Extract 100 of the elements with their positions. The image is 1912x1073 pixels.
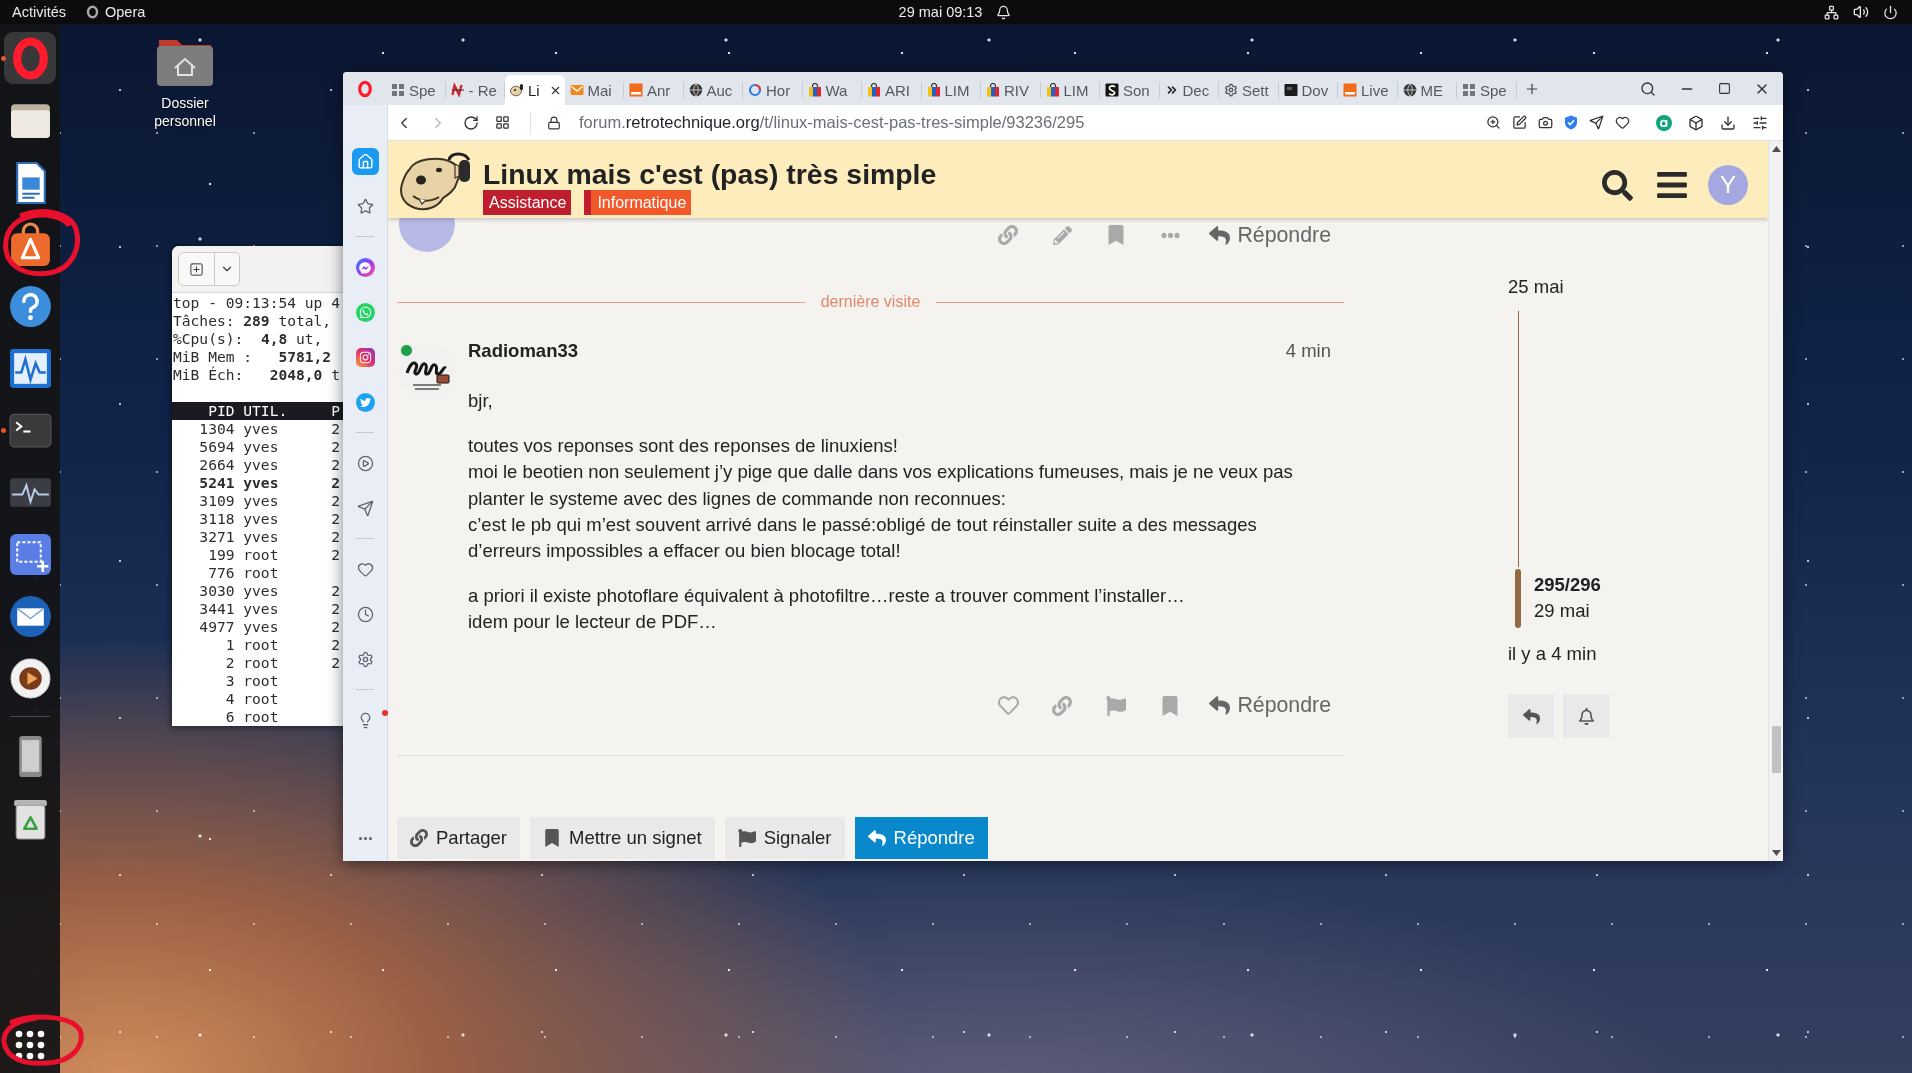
table-cell-text: 2 <box>331 510 341 528</box>
zoom-icon[interactable] <box>1486 115 1501 130</box>
search-icon[interactable] <box>1602 169 1633 201</box>
column-header: UTIL. <box>243 402 289 420</box>
timeline-start-date[interactable]: 25 mai <box>1508 276 1564 298</box>
send-icon[interactable] <box>1589 115 1604 130</box>
activities-button[interactable]: Activités <box>12 4 66 20</box>
post-paragraph: bjr, <box>468 389 494 413</box>
browser-tab[interactable]: Spe <box>1457 75 1517 105</box>
envelope-icon <box>7 593 53 639</box>
ring-logo-icon[interactable] <box>356 79 373 98</box>
shield-check-icon[interactable] <box>1564 115 1578 130</box>
bag-icon <box>867 83 881 97</box>
timeline-handle[interactable] <box>1515 569 1521 628</box>
desktop-shortcut[interactable]: Dossier personnel <box>135 34 235 130</box>
last-activity[interactable]: il y a 4 min <box>1508 643 1597 665</box>
chat-bubble-icon[interactable] <box>355 258 375 277</box>
terminal-line: %Cpu(s): 4,8 ut, <box>173 330 324 348</box>
selection-frame-icon <box>7 531 53 577</box>
browser-tab[interactable]: ARI <box>862 75 922 105</box>
reply-button[interactable]: Répondre <box>1197 222 1331 248</box>
browser-tab[interactable]: Dec <box>1159 75 1219 105</box>
table-cell-text: root <box>243 708 280 726</box>
topic-footer-button[interactable]: Répondre <box>854 816 988 859</box>
maximize-icon[interactable] <box>1718 82 1731 95</box>
square-logo-icon <box>629 83 643 97</box>
browser-tab[interactable]: Sett <box>1219 75 1279 105</box>
star-icon[interactable] <box>356 198 374 215</box>
browser-tab[interactable]: Son <box>1100 75 1160 105</box>
column-header: PID <box>207 402 235 420</box>
browser-tab[interactable]: Spe <box>386 75 446 105</box>
table-cell-text: 2 <box>224 654 235 672</box>
timeline-line[interactable] <box>1517 311 1519 567</box>
power-icon[interactable] <box>1883 4 1898 20</box>
bird-icon[interactable] <box>355 393 375 412</box>
gear-icon <box>1224 83 1238 97</box>
home-icon[interactable] <box>351 148 379 175</box>
browser-tab[interactable]: Wa <box>802 75 862 105</box>
browser-tab[interactable]: RIV <box>981 75 1041 105</box>
app-menu-button[interactable]: Opera <box>86 4 146 20</box>
grid-icon[interactable] <box>495 115 510 130</box>
topic-footer-button[interactable]: Signaler <box>724 816 845 859</box>
clock-button[interactable]: 29 mai 09:13 <box>898 4 1012 20</box>
reply-arrow-icon <box>1209 695 1231 717</box>
post-paragraph: toutes vos reponses sont des reponses de linuxiens! moi le beotien non seulement j’y pige que dalle dans vos explications fumeuses, mais je ne veux pas planter le systeme avec des lignes de commande non reconnues: c’est le pb qui m’est souvent arrivé dans le passé:obligé de tout réinstaller suite a des messages d’erreurs impossibles a effacer ou bien blocage total! <box>468 434 1294 564</box>
notifications-button[interactable] <box>1563 694 1609 738</box>
table-cell-text: yves <box>243 582 280 600</box>
sliders-icon[interactable] <box>1752 114 1768 131</box>
table-cell-text: root <box>243 690 280 708</box>
reply-button[interactable] <box>1508 694 1554 738</box>
camera-icon[interactable] <box>1538 115 1553 130</box>
category-tag[interactable]: Informatique <box>584 190 692 215</box>
table-cell-text: 2 <box>331 546 341 564</box>
browser-tab[interactable]: Anr <box>624 75 684 105</box>
table-cell-text: 3 <box>224 672 235 690</box>
browser-tab[interactable]: Mai <box>564 75 624 105</box>
table-cell-text: 2 <box>331 420 341 438</box>
reply-button[interactable]: Répondre <box>1197 693 1331 719</box>
browser-tab[interactable]: Live <box>1338 75 1398 105</box>
table-cell-text: 5241 <box>198 474 235 492</box>
url-text: forum.retrotechnique.org/t/linux-mais-cest-pas-tres-simple/93236/295 <box>579 113 1086 132</box>
browser-tab[interactable]: Dov <box>1278 75 1338 105</box>
table-cell-text: 2 <box>331 654 341 672</box>
scroll-down-icon[interactable] <box>1771 850 1781 856</box>
search-icon[interactable] <box>1640 80 1656 97</box>
table-cell-text: 2 <box>331 582 341 600</box>
table-cell-text: root <box>243 636 280 654</box>
edit-icon[interactable] <box>1512 115 1527 130</box>
network-icon[interactable] <box>1824 4 1839 20</box>
table-cell-text: yves <box>243 528 280 546</box>
table-cell-text: yves <box>243 474 280 492</box>
play-circle-icon[interactable] <box>356 455 374 472</box>
topic-footer-button[interactable]: Mettre un signet <box>529 816 715 859</box>
scrollbar-thumb[interactable] <box>1771 726 1781 773</box>
browser-tab[interactable]: Auc <box>683 75 743 105</box>
settings-icon[interactable] <box>356 651 374 668</box>
topic-footer-button[interactable]: Partager <box>397 816 520 859</box>
table-cell-text: root <box>243 672 280 690</box>
browser-tab[interactable]: LIM <box>1040 75 1100 105</box>
cube-icon[interactable] <box>1688 114 1704 131</box>
browser-tab[interactable]: LIM <box>921 75 981 105</box>
new-tab-icon[interactable] <box>189 261 204 277</box>
reload-icon[interactable] <box>463 114 479 131</box>
clock-icon[interactable] <box>356 606 374 623</box>
browser-tab[interactable]: Li <box>505 75 565 105</box>
browser-tab[interactable]: ME <box>1397 75 1457 105</box>
browser-tab[interactable]: Hor <box>743 75 803 105</box>
post-age[interactable]: 4 min <box>1285 340 1331 362</box>
scroll-up-icon[interactable] <box>1771 146 1781 152</box>
last-visit-label: dernière visite <box>820 293 921 311</box>
grid-icon <box>391 83 405 97</box>
username[interactable]: Radioman33 <box>468 340 578 362</box>
category-tag[interactable]: Assistance <box>483 190 572 215</box>
topic-title[interactable]: Linux mais c'est (pas) très simple <box>483 158 937 190</box>
table-cell-text: 3109 <box>198 492 235 510</box>
browser-tab[interactable]: - Re <box>445 75 505 105</box>
heart-icon[interactable] <box>1615 115 1630 130</box>
download-icon[interactable] <box>1720 114 1736 131</box>
volume-icon[interactable] <box>1853 4 1869 20</box>
round-logo-icon[interactable] <box>1656 114 1672 131</box>
